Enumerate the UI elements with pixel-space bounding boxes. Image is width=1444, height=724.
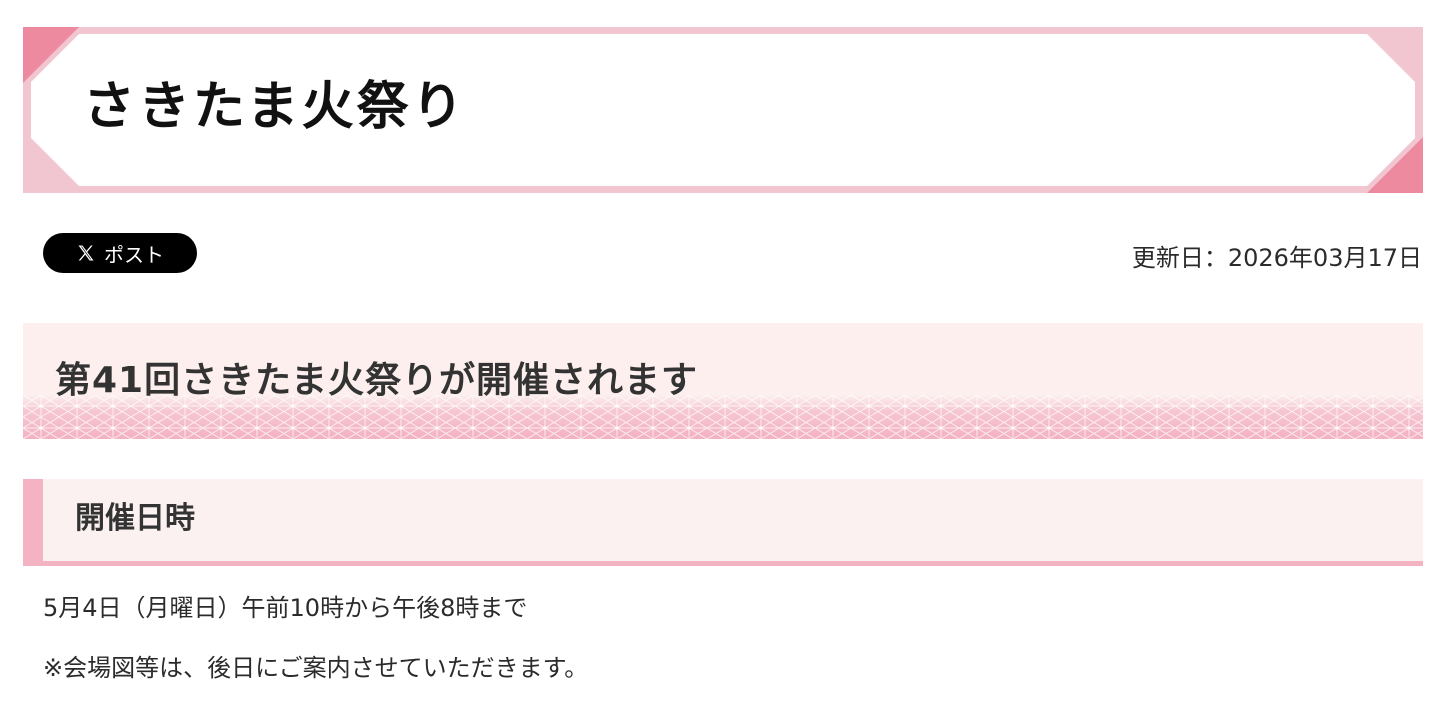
x-logo-icon [78, 245, 94, 261]
section-heading-banner: 第41回さきたま火祭りが開催されます [23, 323, 1423, 439]
event-datetime-text: 5月4日（月曜日）午前10時から午後8時まで [43, 594, 528, 622]
subsection-heading-box: 開催日時 [23, 479, 1423, 566]
updated-date: 更新日：2026年03月17日 [1131, 244, 1422, 272]
x-post-button[interactable]: ポスト [43, 233, 197, 273]
page-title: さきたま火祭り [83, 77, 467, 137]
subsection-heading: 開催日時 [75, 501, 195, 536]
venue-map-note: ※会場図等は、後日にご案内させていただきます。 [43, 654, 589, 682]
section-heading: 第41回さきたま火祭りが開催されます [55, 360, 699, 401]
post-button-label: ポスト [104, 242, 164, 267]
page-title-box: さきたま火祭り [23, 27, 1423, 193]
